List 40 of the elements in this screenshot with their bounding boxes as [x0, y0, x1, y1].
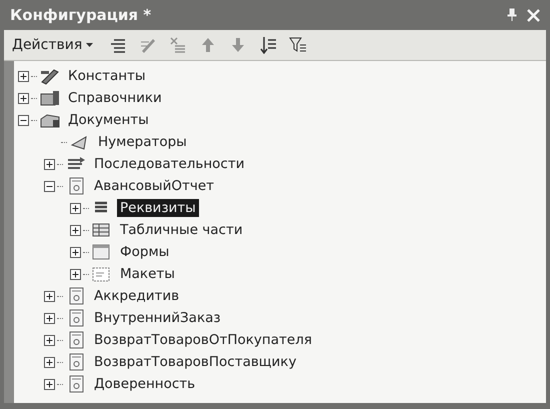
tree-item[interactable]: Макеты [117, 265, 178, 283]
expand-icon[interactable] [44, 356, 55, 368]
tree-item[interactable]: Константы [65, 67, 149, 85]
window-title: Конфигурация * [10, 6, 152, 24]
expand-icon[interactable] [70, 202, 81, 214]
expand-icon[interactable] [18, 92, 29, 104]
expand-icon[interactable] [70, 224, 81, 236]
tree-item[interactable]: Доверенность [91, 375, 198, 393]
actions-menu[interactable]: Действия [10, 37, 100, 53]
tree-item[interactable]: Формы [117, 243, 172, 261]
filter-icon [289, 36, 308, 54]
expand-icon[interactable] [44, 158, 55, 170]
expand-icon[interactable] [44, 378, 55, 390]
expand-icon[interactable] [44, 290, 55, 302]
collapse-icon[interactable] [18, 114, 29, 126]
close-icon[interactable] [527, 8, 540, 22]
sort-icon [259, 36, 278, 54]
edit-row-icon [139, 36, 158, 54]
tree-item[interactable]: Справочники [65, 89, 165, 107]
tree-item[interactable]: ВнутреннийЗаказ [91, 309, 224, 327]
tree-item[interactable]: Аккредитив [91, 287, 182, 305]
tree-item[interactable]: АвансовыйОтчет [91, 177, 217, 195]
pin-icon[interactable] [507, 8, 517, 22]
pencil-icon [39, 67, 61, 85]
expand-icon[interactable] [44, 312, 55, 324]
collapse-icon[interactable] [44, 180, 55, 192]
tree-item[interactable]: ВозвратТоваровПоставщику [91, 353, 300, 371]
caret-icon [86, 43, 94, 47]
tree-item[interactable]: Нумераторы [95, 133, 190, 151]
tree-item[interactable]: Реквизиты [117, 199, 199, 217]
expand-icon[interactable] [70, 246, 81, 258]
expand-icon[interactable] [70, 268, 81, 280]
tree-item[interactable]: Табличные части [117, 221, 246, 239]
tree-item[interactable]: Последовательности [91, 155, 248, 173]
tree-item[interactable]: Документы [65, 111, 152, 129]
books-icon [39, 89, 61, 107]
delete-row-icon [169, 36, 188, 54]
tree-item[interactable]: ВозвратТоваровОтПокупателя [91, 331, 315, 349]
expand-icon[interactable] [18, 70, 29, 82]
expand-icon[interactable] [44, 334, 55, 346]
